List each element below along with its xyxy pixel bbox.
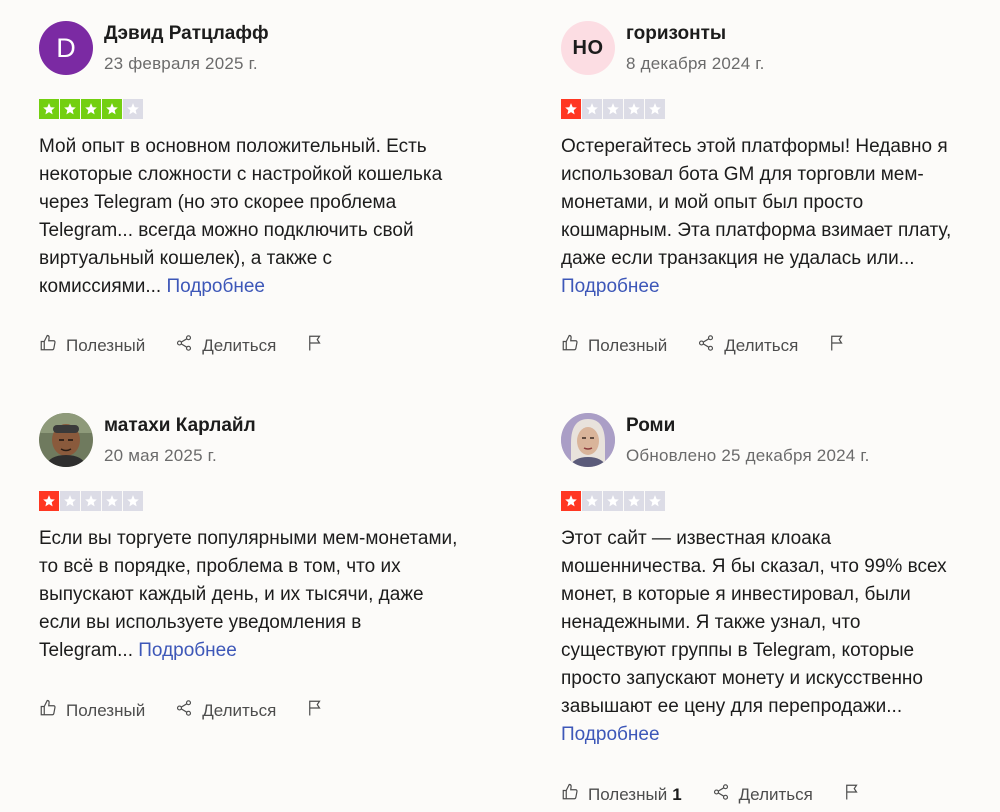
star-icon xyxy=(645,491,665,511)
read-more-link[interactable]: Подробнее xyxy=(561,276,660,297)
star-icon xyxy=(624,491,644,511)
star-icon xyxy=(561,491,581,511)
star-icon xyxy=(102,99,122,119)
share-label: Делиться xyxy=(202,700,277,720)
thumbs-up-icon xyxy=(561,334,588,357)
share-button[interactable]: Делиться xyxy=(697,334,798,357)
helpful-button[interactable]: Полезный xyxy=(39,699,145,722)
reviewer-name[interactable]: горизонты xyxy=(626,23,726,45)
review-text: Этот сайт — известная клоака мошенничест… xyxy=(561,525,961,749)
star-icon xyxy=(123,491,143,511)
review-date: 8 декабря 2024 г. xyxy=(626,54,765,73)
review-text-content: Остерегайтесь этой платформы! Недавно я … xyxy=(561,136,952,269)
review-actions: Полезный 1 Делиться xyxy=(561,783,870,806)
review-header: D Дэвид Ратцлафф 23 февраля 2025 г. xyxy=(39,21,479,79)
star-icon xyxy=(60,491,80,511)
review-text-content: Этот сайт — известная клоака мошенничест… xyxy=(561,528,947,717)
avatar[interactable]: НО xyxy=(561,21,615,75)
report-button[interactable] xyxy=(828,334,855,357)
star-icon xyxy=(624,99,644,119)
read-more-link[interactable]: Подробнее xyxy=(166,276,265,297)
star-icon xyxy=(123,99,143,119)
star-rating xyxy=(39,99,143,119)
star-icon xyxy=(60,99,80,119)
review-text: Остерегайтесь этой платформы! Недавно я … xyxy=(561,133,971,301)
review-date: Обновлено 25 декабря 2024 г. xyxy=(626,446,870,465)
flag-icon xyxy=(828,334,855,357)
review-actions: Полезный Делиться xyxy=(39,699,333,722)
flag-icon xyxy=(306,699,333,722)
review-date: 23 февраля 2025 г. xyxy=(104,54,258,73)
review-header: НО горизонты 8 декабря 2024 г. xyxy=(561,21,1000,79)
helpful-button[interactable]: Полезный 1 xyxy=(561,783,682,806)
helpful-label: Полезный xyxy=(66,335,146,355)
read-more-link[interactable]: Подробнее xyxy=(561,724,660,745)
star-rating xyxy=(561,99,665,119)
report-button[interactable] xyxy=(306,334,333,357)
review-text-content: Мой опыт в основном положительный. Есть … xyxy=(39,136,443,297)
report-button[interactable] xyxy=(306,699,333,722)
share-button[interactable]: Делиться xyxy=(175,334,276,357)
share-label: Делиться xyxy=(738,784,813,804)
review-actions: Полезный Делиться xyxy=(39,334,333,357)
helpful-label: Полезный xyxy=(66,700,146,720)
star-icon xyxy=(39,99,59,119)
review-date: 20 мая 2025 г. xyxy=(104,446,217,465)
reviewer-name[interactable]: Роми xyxy=(626,415,675,437)
review-header: матахи Карлайл 20 мая 2025 г. xyxy=(39,413,479,471)
review-text-content: Если вы торгуете популярными мем-монетам… xyxy=(39,528,458,661)
share-icon xyxy=(697,334,724,357)
star-icon xyxy=(603,99,623,119)
thumbs-up-icon xyxy=(561,783,588,806)
share-icon xyxy=(175,699,202,722)
star-rating xyxy=(39,491,143,511)
helpful-button[interactable]: Полезный xyxy=(561,334,667,357)
flag-icon xyxy=(306,334,333,357)
review-card: НО горизонты 8 декабря 2024 г. Остерегай… xyxy=(561,21,1000,355)
star-icon xyxy=(81,99,101,119)
share-label: Делиться xyxy=(202,335,277,355)
flag-icon xyxy=(843,783,870,806)
share-label: Делиться xyxy=(724,335,799,355)
reviewer-name[interactable]: Дэвид Ратцлафф xyxy=(104,23,269,45)
review-actions: Полезный Делиться xyxy=(561,334,855,357)
thumbs-up-icon xyxy=(39,699,66,722)
thumbs-up-icon xyxy=(39,334,66,357)
review-text: Если вы торгуете популярными мем-монетам… xyxy=(39,525,459,665)
star-icon xyxy=(645,99,665,119)
reviewer-name[interactable]: матахи Карлайл xyxy=(104,415,256,437)
read-more-link[interactable]: Подробнее xyxy=(138,640,237,661)
avatar[interactable]: D xyxy=(39,21,93,75)
share-button[interactable]: Делиться xyxy=(175,699,276,722)
star-icon xyxy=(561,99,581,119)
star-icon xyxy=(81,491,101,511)
review-text: Мой опыт в основном положительный. Есть … xyxy=(39,133,459,301)
review-header: Роми Обновлено 25 декабря 2024 г. xyxy=(561,413,1000,471)
helpful-label: Полезный xyxy=(588,335,668,355)
avatar[interactable] xyxy=(561,413,615,467)
helpful-label: Полезный xyxy=(588,784,668,804)
star-icon xyxy=(582,491,602,511)
star-icon xyxy=(39,491,59,511)
helpful-count: 1 xyxy=(672,784,682,804)
helpful-button[interactable]: Полезный xyxy=(39,334,145,357)
review-card: D Дэвид Ратцлафф 23 февраля 2025 г. Мой … xyxy=(39,21,479,355)
star-rating xyxy=(561,491,665,511)
share-button[interactable]: Делиться xyxy=(712,783,813,806)
report-button[interactable] xyxy=(843,783,870,806)
star-icon xyxy=(582,99,602,119)
share-icon xyxy=(175,334,202,357)
star-icon xyxy=(102,491,122,511)
review-card: матахи Карлайл 20 мая 2025 г. Если вы то… xyxy=(39,413,479,720)
avatar[interactable] xyxy=(39,413,93,467)
review-card: Роми Обновлено 25 декабря 2024 г. Этот с… xyxy=(561,413,1000,804)
share-icon xyxy=(712,783,739,806)
star-icon xyxy=(603,491,623,511)
